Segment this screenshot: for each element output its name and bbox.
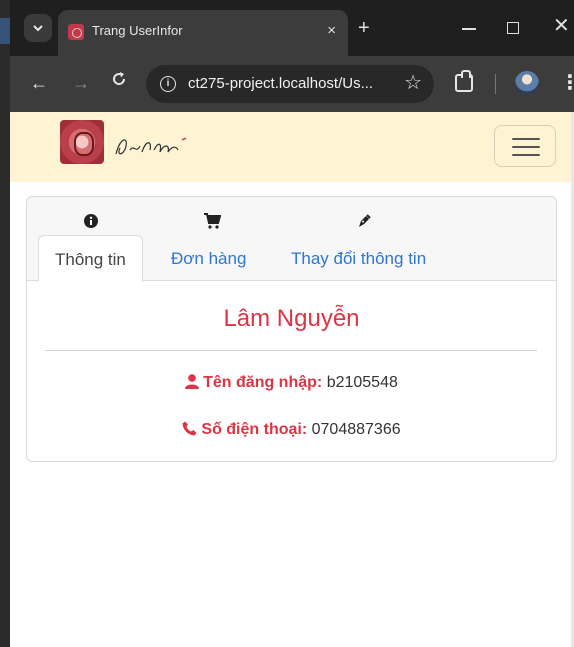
os-edge-sliver [0, 18, 10, 44]
navbar-toggler-button[interactable] [494, 125, 556, 167]
info-circle-icon [81, 211, 101, 231]
chevron-down-icon [33, 25, 43, 32]
username-value: b2105548 [326, 374, 398, 391]
hamburger-icon-line [512, 154, 540, 156]
bookmark-star-icon[interactable]: ☆ [404, 72, 422, 94]
cart-icon [202, 211, 222, 231]
phone-label: Số điện thoại: [201, 421, 308, 438]
username-label: Tên đăng nhập: [203, 374, 323, 391]
seal-logo-icon[interactable] [60, 120, 104, 164]
favicon-icon [68, 24, 84, 40]
card-divider [45, 350, 537, 351]
browser-tab-active[interactable]: Trang UserInfor × [58, 10, 348, 56]
tab-don-hang[interactable]: Đơn hàng [155, 235, 262, 282]
tab-close-icon[interactable]: × [327, 22, 336, 40]
tab-title: Trang UserInfor [92, 23, 183, 38]
back-arrow-icon[interactable]: ← [30, 73, 48, 93]
hamburger-icon-line [512, 138, 540, 140]
profile-avatar[interactable] [515, 71, 539, 95]
extensions-icon[interactable] [455, 70, 473, 92]
reload-icon[interactable] [110, 70, 128, 94]
reload-icon-glyph [113, 72, 126, 85]
tab-search-button[interactable] [24, 14, 52, 42]
page-content: Thông tin Đơn hàng Thay đổi thông tin Lâ… [10, 112, 574, 647]
user-info-card: Thông tin Đơn hàng Thay đổi thông tin Lâ… [26, 196, 557, 462]
user-full-name: Lâm Nguyễn [223, 305, 360, 332]
card-header: Thông tin Đơn hàng Thay đổi thông tin [27, 197, 556, 282]
window-minimize-icon[interactable] [462, 28, 476, 30]
phone-icon [182, 421, 197, 436]
pen-icon [354, 211, 374, 231]
forward-arrow-icon[interactable]: → [72, 73, 90, 93]
hamburger-icon-line [512, 146, 540, 148]
url-text[interactable]: ct275-project.localhost/Us... [188, 75, 373, 92]
new-tab-button[interactable]: + [358, 18, 370, 38]
tab-thay-doi-thong-tin[interactable]: Thay đổi thông tin [275, 235, 442, 282]
phone-value: 0704887366 [311, 421, 401, 438]
tab-thong-tin[interactable]: Thông tin [38, 235, 143, 282]
site-info-icon[interactable]: i [160, 76, 176, 92]
address-bar[interactable]: i ct275-project.localhost/Us... ☆ [146, 65, 434, 103]
user-icon [185, 374, 200, 389]
window-close-icon[interactable]: ✕ [553, 16, 570, 36]
site-navbar [10, 112, 574, 182]
browser-menu-icon[interactable]: ⋮ [560, 72, 574, 94]
os-edge-strip [0, 0, 10, 647]
window-maximize-icon[interactable] [507, 22, 519, 34]
username-row: Tên đăng nhập: b2105548 [27, 374, 556, 392]
phone-row: Số điện thoại: 0704887366 [27, 421, 556, 439]
browser-tab-strip: Trang UserInfor × + ✕ [10, 0, 574, 56]
browser-toolbar: ← → i ct275-project.localhost/Us... ☆ ⋮ [10, 56, 574, 112]
signature-logo[interactable] [112, 132, 192, 162]
toolbar-separator [495, 74, 496, 94]
